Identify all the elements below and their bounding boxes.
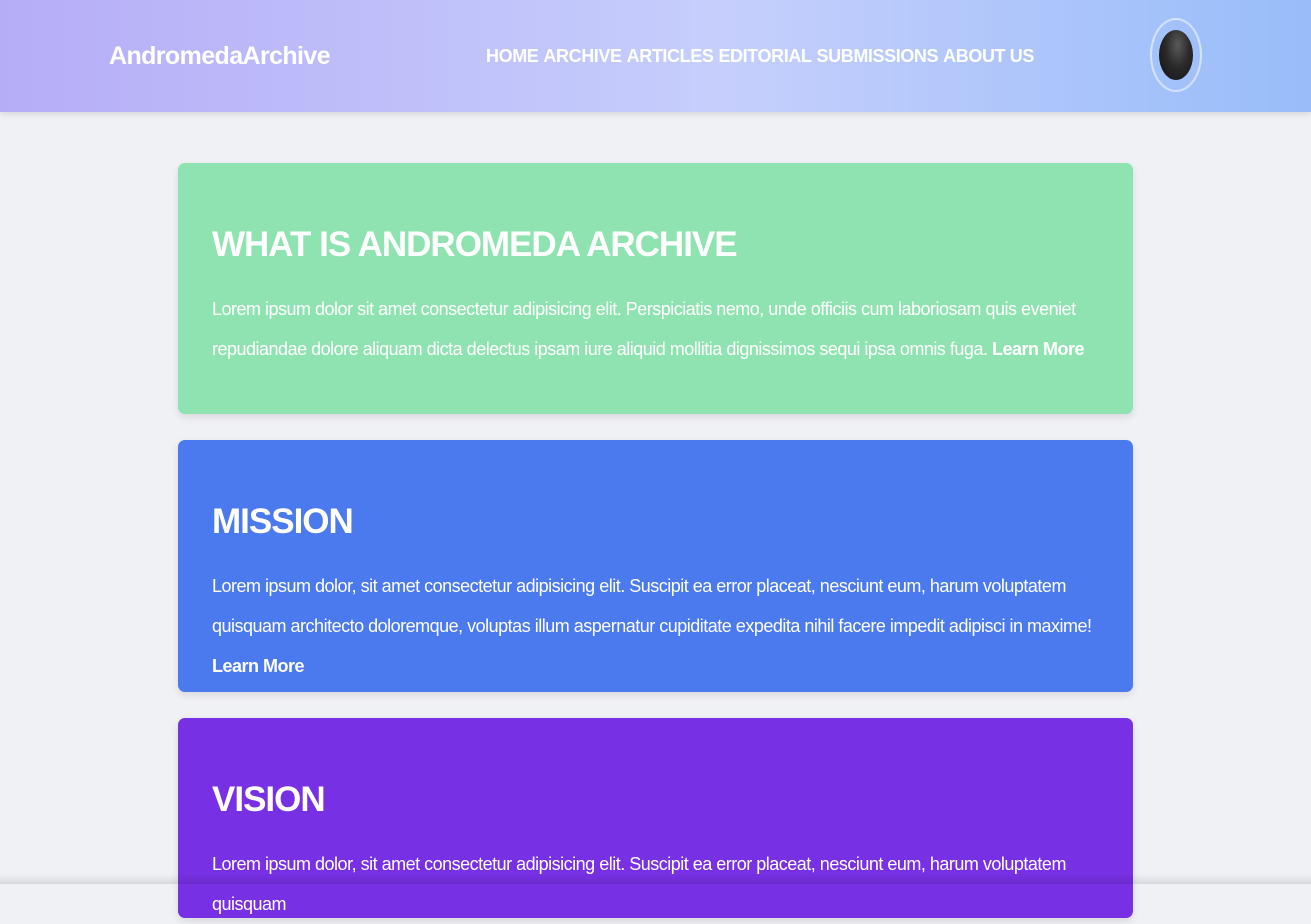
avatar [1159,30,1193,80]
section-card-vision: VISION Lorem ipsum dolor, sit amet conse… [178,718,1133,918]
section-card-mission: MISSION Lorem ipsum dolor, sit amet cons… [178,440,1133,692]
nav-link-editorial[interactable]: EDITORIAL [718,44,811,68]
nav-link-articles[interactable]: ARTICLES [627,44,714,68]
section-title: WHAT IS ANDROMEDA ARCHIVE [212,225,738,264]
section-text: Lorem ipsum dolor sit amet consectetur a… [212,289,1102,369]
profile-avatar-button[interactable] [1150,18,1202,92]
nav-link-about-us[interactable]: ABOUT US [943,44,1034,68]
section-text: Lorem ipsum dolor, sit amet consectetur … [212,566,1102,686]
learn-more-link[interactable]: Learn More [212,656,305,676]
section-body: Lorem ipsum dolor, sit amet consectetur … [212,854,1066,914]
section-body: Lorem ipsum dolor, sit amet consectetur … [212,576,1092,636]
section-body: Lorem ipsum dolor sit amet consectetur a… [212,299,1076,359]
nav-link-submissions[interactable]: SUBMISSIONS [817,44,939,68]
site-logo[interactable]: AndromedaArchive [109,40,331,72]
nav-link-archive[interactable]: ARCHIVE [543,44,622,68]
bottom-shadow [0,874,1311,884]
main-nav: HOME ARCHIVE ARTICLES EDITORIAL SUBMISSI… [486,44,1034,68]
nav-link-home[interactable]: HOME [486,44,539,68]
navbar: AndromedaArchive HOME ARCHIVE ARTICLES E… [0,0,1311,112]
section-title: MISSION [212,502,354,541]
section-title: VISION [212,780,326,819]
section-card-what-is: WHAT IS ANDROMEDA ARCHIVE Lorem ipsum do… [178,163,1133,414]
learn-more-link[interactable]: Learn More [992,339,1085,359]
section-text: Lorem ipsum dolor, sit amet consectetur … [212,844,1102,924]
